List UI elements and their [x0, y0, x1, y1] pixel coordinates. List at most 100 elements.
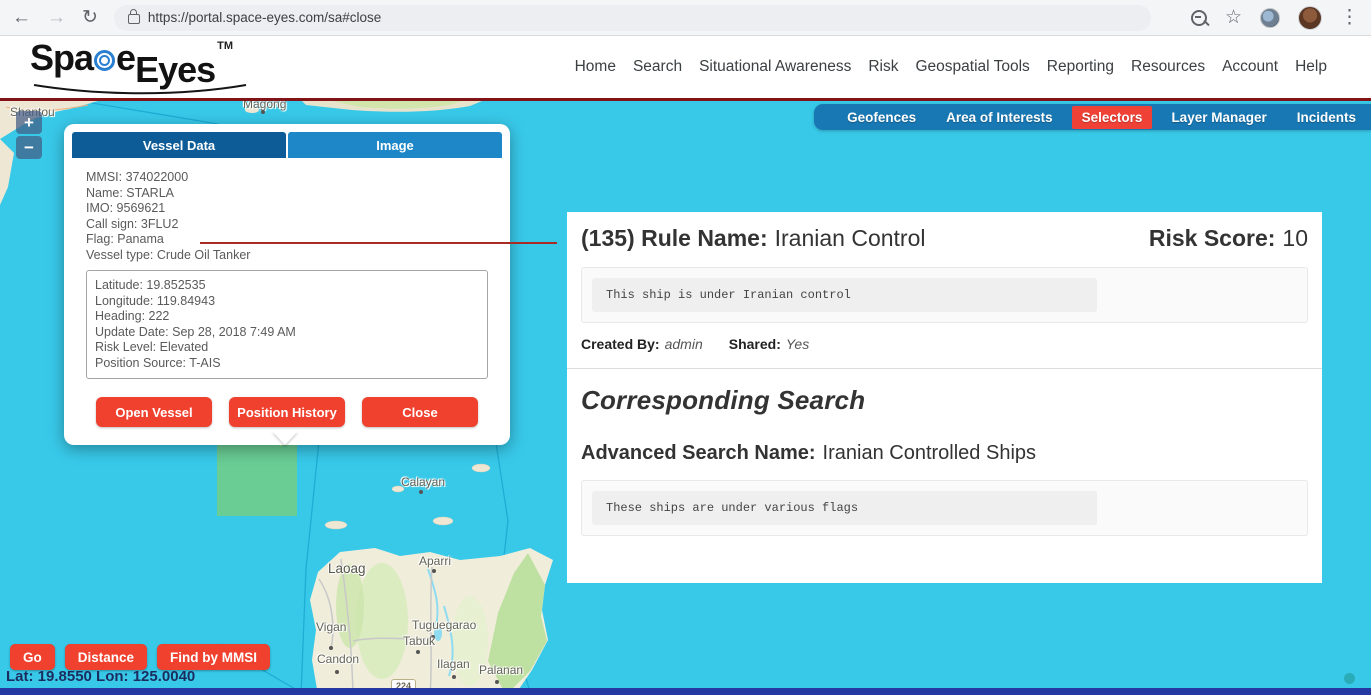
search-description-well: These ships are under various flags: [581, 480, 1308, 536]
vessel-name: Name: STARLA: [86, 186, 488, 202]
map-city-dot: [416, 650, 420, 654]
close-button[interactable]: Close: [362, 397, 478, 427]
zoom-in-button[interactable]: +: [16, 111, 42, 134]
map-city-dot: [452, 675, 456, 679]
extension-icon[interactable]: [1260, 8, 1280, 28]
incidents-button[interactable]: Incidents: [1282, 110, 1371, 125]
advanced-search-label: Advanced Search Name:: [581, 442, 816, 464]
url-text: https://portal.space-eyes.com/sa#close: [148, 10, 381, 25]
position-history-button[interactable]: Position History: [229, 397, 345, 427]
nav-help[interactable]: Help: [1295, 58, 1327, 76]
zoom-out-button[interactable]: −: [16, 136, 42, 159]
address-bar[interactable]: https://portal.space-eyes.com/sa#close: [114, 5, 1151, 31]
tab-image[interactable]: Image: [288, 132, 502, 158]
geofence-area[interactable]: [217, 433, 297, 516]
vessel-callsign: Call sign: 3FLU2: [86, 217, 488, 233]
rule-panel: (135) Rule Name:Iranian Control Risk Sco…: [567, 212, 1322, 583]
map-city-dot: [419, 490, 423, 494]
map-label-laoag: Laoag: [328, 561, 366, 576]
reload-icon[interactable]: ↻: [82, 8, 98, 27]
site-header: SpaeEyesTM Home Search Situational Aware…: [0, 36, 1371, 101]
logo-swoosh: [32, 84, 250, 96]
risk-score-label: Risk Score:: [1149, 225, 1276, 251]
forward-icon[interactable]: →: [47, 8, 66, 27]
rule-meta: Created By: admin Shared: Yes: [581, 336, 1308, 352]
layer-manager-button[interactable]: Layer Manager: [1156, 110, 1281, 125]
nav-home[interactable]: Home: [575, 58, 616, 76]
selectors-button[interactable]: Selectors: [1072, 106, 1153, 129]
map-label-calayan: Calayan: [401, 475, 445, 489]
map-label-ilagan: Ilagan: [437, 657, 470, 671]
vessel-imo: IMO: 9569621: [86, 201, 488, 217]
land-china-strip: [0, 139, 14, 205]
map-city-dot: [335, 670, 339, 674]
back-icon[interactable]: ←: [12, 8, 31, 27]
main-nav: Home Search Situational Awareness Risk G…: [575, 58, 1341, 76]
corresponding-search-title: Corresponding Search: [581, 385, 1308, 416]
created-by-value: admin: [665, 336, 703, 352]
map-label-tuguegarao: Tuguegarao: [412, 618, 476, 632]
map-label-palanan: Palanan: [479, 663, 523, 677]
annotation-line: [200, 242, 557, 244]
shared-value: Yes: [786, 336, 809, 352]
map-city-dot: [495, 680, 499, 684]
vessel-heading: Heading: 222: [95, 309, 479, 325]
created-by-label: Created By:: [581, 336, 660, 352]
area-of-interests-button[interactable]: Area of Interests: [931, 110, 1068, 125]
map-toolbar: Geofences Area of Interests Selectors La…: [814, 104, 1371, 130]
logo-text-space: Spa: [30, 40, 93, 76]
go-button[interactable]: Go: [10, 644, 55, 670]
panel-divider: [567, 368, 1322, 369]
vessel-risk-level: Risk Level: Elevated: [95, 340, 479, 356]
logo-text-eyes: Eyes: [135, 52, 215, 88]
tab-vessel-data[interactable]: Vessel Data: [72, 132, 286, 158]
shared-label: Shared:: [729, 336, 781, 352]
ssl-lock-icon: [128, 14, 140, 24]
vessel-type: Vessel type: Crude Oil Tanker: [86, 248, 488, 264]
rule-description: This ship is under Iranian control: [592, 278, 1097, 312]
bookmark-star-icon[interactable]: ☆: [1225, 8, 1242, 27]
vessel-update-date: Update Date: Sep 28, 2018 7:49 AM: [95, 325, 479, 341]
nav-account[interactable]: Account: [1222, 58, 1278, 76]
nav-resources[interactable]: Resources: [1131, 58, 1205, 76]
logo-text-space-end: e: [116, 40, 135, 76]
vessel-popup: Vessel Data Image MMSI: 374022000 Name: …: [64, 124, 510, 445]
logo-trademark: TM: [217, 40, 233, 52]
map-label-magong: Magong: [243, 101, 286, 111]
map-container: Shantou Magong Calayan Aparri Laoag Viga…: [0, 101, 1371, 695]
map-label-tabuk: Tabuk: [403, 634, 435, 648]
browser-menu-icon[interactable]: ⋮: [1340, 8, 1359, 27]
vessel-latitude: Latitude: 19.852535: [95, 278, 479, 294]
search-description: These ships are under various flags: [592, 491, 1097, 525]
vessel-position-source: Position Source: T-AIS: [95, 356, 479, 372]
vessel-longitude: Longitude: 119.84943: [95, 294, 479, 310]
zoom-out-page-icon[interactable]: [1191, 10, 1207, 26]
vessel-popup-tabs: Vessel Data Image: [72, 132, 502, 158]
map-city-dot: [261, 110, 265, 114]
rule-name-value: Iranian Control: [775, 225, 926, 251]
nav-geospatial-tools[interactable]: Geospatial Tools: [915, 58, 1029, 76]
profile-avatar[interactable]: [1298, 6, 1322, 30]
nav-risk[interactable]: Risk: [868, 58, 898, 76]
geofences-button[interactable]: Geofences: [832, 110, 931, 125]
logo[interactable]: SpaeEyesTM: [30, 38, 233, 96]
advanced-search-value: Iranian Controlled Ships: [823, 442, 1036, 464]
map-label-aparri: Aparri: [419, 554, 451, 568]
find-by-mmsi-button[interactable]: Find by MMSI: [157, 644, 270, 670]
nav-situational-awareness[interactable]: Situational Awareness: [699, 58, 851, 76]
nav-search[interactable]: Search: [633, 58, 682, 76]
open-vessel-button[interactable]: Open Vessel: [96, 397, 212, 427]
risk-score-value: 10: [1282, 225, 1308, 251]
nav-reporting[interactable]: Reporting: [1047, 58, 1114, 76]
logo-eye-icon: [94, 50, 115, 71]
browser-toolbar: ← → ↻ https://portal.space-eyes.com/sa#c…: [0, 0, 1371, 36]
advanced-search-name: Advanced Search Name: Iranian Controlled …: [581, 442, 1308, 465]
vessel-flag: Flag: Panama: [86, 232, 488, 248]
cursor-coordinates: Lat: 19.8550 Lon: 125.0040: [6, 668, 195, 685]
rule-title: (135) Rule Name:Iranian Control: [581, 225, 925, 252]
map-zoom-control: + −: [16, 111, 42, 159]
vessel-mmsi: MMSI: 374022000: [86, 170, 488, 186]
map-label-vigan: Vigan: [316, 620, 346, 634]
map-city-dot: [329, 646, 333, 650]
distance-button[interactable]: Distance: [65, 644, 147, 670]
